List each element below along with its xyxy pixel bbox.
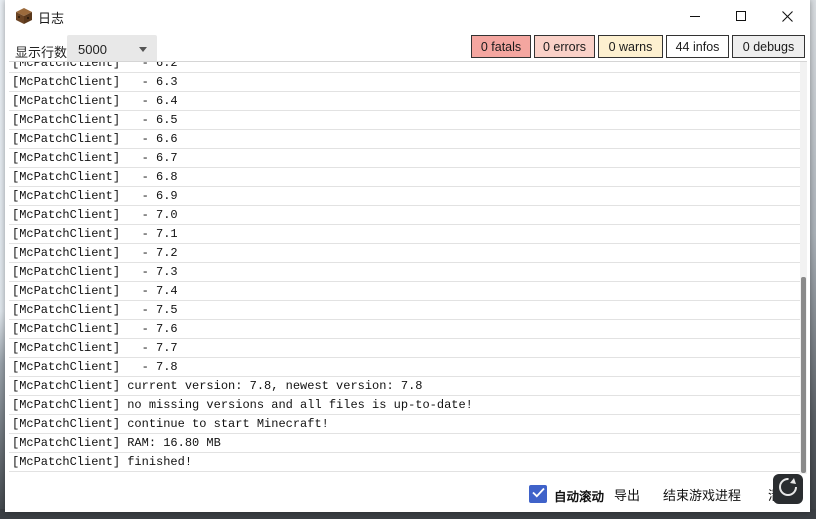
log-line: [McPatchClient] - 6.7 <box>9 149 800 168</box>
errors-count: 0 errors <box>542 39 587 54</box>
log-line: [McPatchClient] no missing versions and … <box>9 396 800 415</box>
kill-process-button[interactable]: 结束游戏进程 <box>663 485 741 504</box>
log-line: [McPatchClient] RAM: 16.80 MB <box>9 434 800 453</box>
log-line: [McPatchClient] - 6.4 <box>9 92 800 111</box>
checkmark-icon <box>531 485 545 503</box>
maximize-button[interactable] <box>718 0 764 32</box>
errors-filter-button[interactable]: 0 errors <box>534 35 595 58</box>
debugs-count: 0 debugs <box>742 39 795 54</box>
title-bar[interactable]: 日志 <box>5 0 810 32</box>
warns-filter-button[interactable]: 0 warns <box>598 35 663 58</box>
maximize-icon <box>736 11 746 21</box>
rows-label: 显示行数 <box>15 45 68 60</box>
log-line: [McPatchClient] - 7.0 <box>9 206 800 225</box>
log-line: [McPatchClient] - 7.6 <box>9 320 800 339</box>
minecraft-block-icon <box>15 7 33 25</box>
log-line: [McPatchClient] - 7.4 <box>9 282 800 301</box>
fatals-count: 0 fatals <box>480 39 522 54</box>
footer-bar: 自动滚动 导出 结束游戏进程 清 <box>5 474 810 512</box>
window-title: 日志 <box>38 11 65 26</box>
export-button[interactable]: 导出 <box>614 485 640 504</box>
log-line: [McPatchClient] - 6.6 <box>9 130 800 149</box>
log-line: [McPatchClient] - 7.8 <box>9 358 800 377</box>
log-line: [McPatchClient] current version: 7.8, ne… <box>9 377 800 396</box>
log-line: [McPatchClient] - 7.3 <box>9 263 800 282</box>
rows-select-value: 5000 <box>78 42 107 57</box>
log-line: [McPatchClient] - 6.5 <box>9 111 800 130</box>
autoscroll-checkbox[interactable] <box>529 485 547 503</box>
log-line: [McPatchClient] continue to start Minecr… <box>9 415 800 434</box>
log-line: [McPatchClient] - 7.1 <box>9 225 800 244</box>
log-line: [McPatchClient] - 7.5 <box>9 301 800 320</box>
debugs-filter-button[interactable]: 0 debugs <box>732 35 805 58</box>
refresh-icon <box>777 476 799 503</box>
log-line: [McPatchClient] - 6.2 <box>9 62 800 73</box>
log-line: [McPatchClient] finished! <box>9 453 800 472</box>
log-list[interactable]: [McPatchClient] - 6.2 [McPatchClient] - 6… <box>9 61 807 475</box>
log-line: [McPatchClient] - 6.8 <box>9 168 800 187</box>
log-scrollbar-thumb[interactable] <box>801 277 806 473</box>
log-scrollbar[interactable] <box>800 62 807 475</box>
minimize-icon <box>690 11 700 21</box>
log-line: [McPatchClient] - 6.3 <box>9 73 800 92</box>
warns-count: 0 warns <box>608 39 653 54</box>
close-button[interactable] <box>764 0 810 32</box>
close-icon <box>781 10 793 22</box>
rows-select[interactable]: 5000 <box>67 35 157 64</box>
infos-count: 44 infos <box>675 39 720 54</box>
fatals-filter-button[interactable]: 0 fatals <box>471 35 531 58</box>
infos-filter-button[interactable]: 44 infos <box>666 35 729 58</box>
log-line: [McPatchClient] - 7.7 <box>9 339 800 358</box>
refresh-button[interactable] <box>773 474 803 504</box>
chevron-down-icon <box>139 47 147 52</box>
log-window: 日志 显示行数 5000 0 fatals 0 errors 0 warns 4… <box>5 0 810 512</box>
autoscroll-label[interactable]: 自动滚动 <box>554 486 604 505</box>
minimize-button[interactable] <box>672 0 718 32</box>
log-line: [McPatchClient] - 7.2 <box>9 244 800 263</box>
log-line: [McPatchClient] - 6.9 <box>9 187 800 206</box>
